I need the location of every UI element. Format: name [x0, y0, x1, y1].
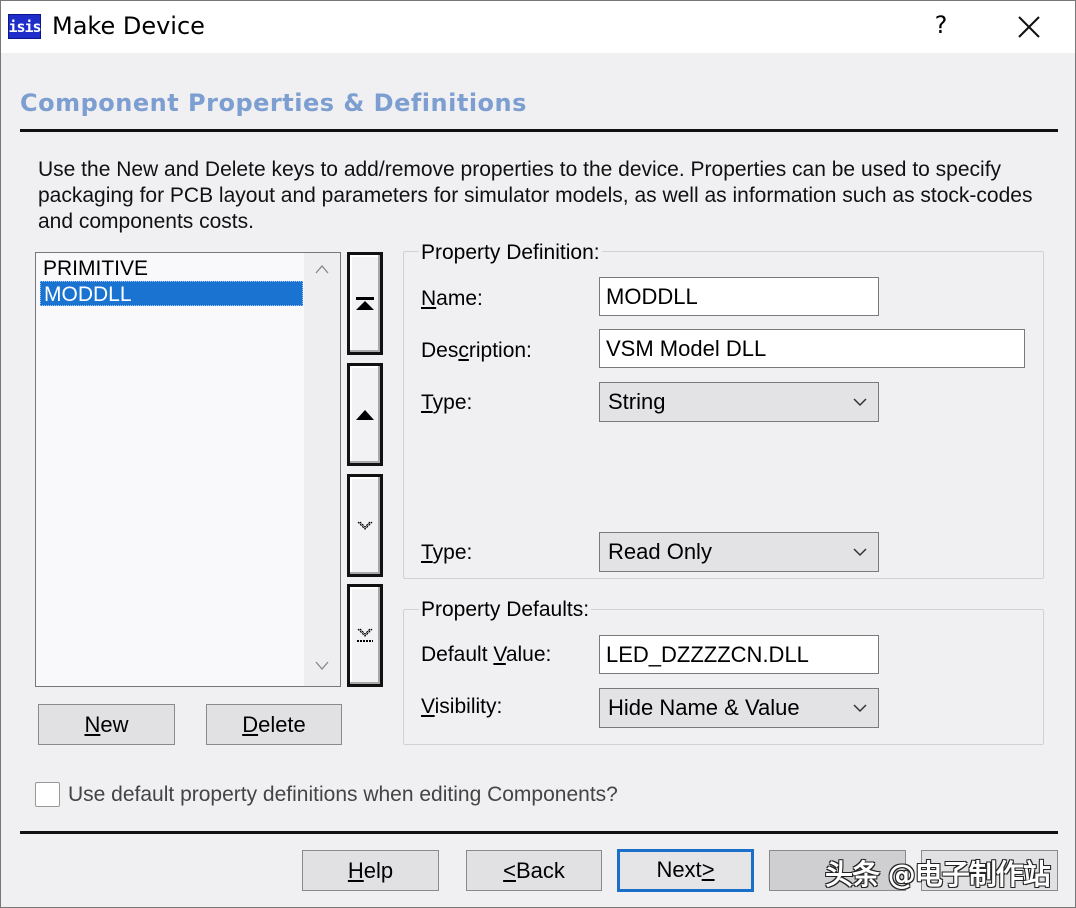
chevron-up-icon[interactable]: [304, 261, 340, 277]
list-scrollbar[interactable]: [304, 253, 340, 686]
move-up-button[interactable]: [347, 363, 383, 466]
help-accel: H: [347, 858, 364, 883]
type2-label-accel: T: [421, 541, 433, 564]
footer-divider: [20, 831, 1058, 834]
move-top-icon: [356, 296, 374, 310]
move-down-icon: [357, 521, 373, 530]
property-defaults-label: Property Defaults:: [419, 598, 592, 622]
move-to-bottom-button[interactable]: [347, 584, 383, 687]
help-title-button[interactable]: ?: [929, 11, 953, 39]
heading-divider: [20, 129, 1058, 132]
visibility-select-value: Hide Name & Value: [608, 695, 800, 720]
default-value-label-text: alue:: [505, 643, 552, 666]
page-heading: Component Properties & Definitions: [20, 89, 527, 117]
new-accel: N: [84, 712, 101, 737]
intro-text: Use the New and Delete keys to add/remov…: [38, 158, 1033, 233]
name-label-accel: N: [421, 287, 437, 310]
default-value-label-accel: V: [493, 643, 506, 666]
use-default-definitions-option[interactable]: Use default property definitions when ed…: [35, 782, 618, 807]
description-label-pre: Des: [421, 339, 459, 362]
back-button[interactable]: <Back: [466, 850, 602, 891]
chevron-down-icon: [853, 704, 867, 713]
visibility-select[interactable]: Hide Name & Value: [599, 688, 879, 728]
help-label: elp: [363, 858, 394, 883]
delete-label: elete: [258, 712, 306, 737]
type-label-text: ype:: [432, 391, 473, 414]
visibility-label-accel: V: [421, 695, 435, 718]
use-default-definitions-label: Use default property definitions when ed…: [68, 782, 618, 806]
type-select[interactable]: String: [599, 382, 879, 422]
move-bottom-icon: [357, 628, 373, 642]
type2-label-text: ype:: [432, 541, 473, 564]
access-type-select[interactable]: Read Only: [599, 532, 879, 572]
back-label: Back: [515, 858, 565, 883]
title-bar: isis Make Device ?: [1, 1, 1075, 53]
next-button[interactable]: Next>: [617, 849, 754, 892]
name-label: Name:: [421, 287, 483, 311]
default-value-label: Default Value:: [421, 643, 551, 667]
property-definition-label: Property Definition:: [419, 241, 602, 265]
type-label-accel: T: [421, 391, 433, 414]
chevron-down-icon: [853, 398, 867, 407]
type2-label: Type:: [421, 541, 472, 565]
move-up-icon: [356, 409, 374, 420]
help-button[interactable]: Help: [302, 850, 439, 891]
next-label: Next: [656, 857, 702, 882]
property-list[interactable]: PRIMITIVE MODDLL: [35, 252, 341, 687]
chevron-down-icon[interactable]: [304, 658, 340, 674]
move-down-button[interactable]: [347, 474, 383, 577]
delete-button[interactable]: Delete: [206, 704, 342, 745]
next-accel: >: [701, 857, 715, 882]
visibility-label: Visibility:: [421, 695, 502, 719]
new-label: ew: [100, 712, 129, 737]
back-accel: <: [503, 858, 516, 883]
type-label: Type:: [421, 391, 472, 415]
description-label-accel: c: [458, 339, 469, 362]
make-device-dialog: isis Make Device ? Component Properties …: [0, 0, 1076, 908]
window-title: Make Device: [52, 12, 205, 40]
use-default-definitions-checkbox[interactable]: [35, 782, 60, 807]
description-label: Description:: [421, 339, 532, 363]
isis-app-icon: isis: [8, 14, 42, 39]
name-label-text: ame:: [436, 287, 483, 310]
description-label-text: ription:: [468, 339, 532, 362]
chevron-down-icon: [853, 548, 867, 557]
watermark: 头条 @电子制作站: [825, 858, 1051, 891]
new-button[interactable]: New: [38, 704, 175, 745]
type-select-value: String: [608, 389, 666, 414]
move-to-top-button[interactable]: [347, 252, 383, 355]
name-input[interactable]: MODDLL: [599, 277, 879, 316]
close-icon: [1018, 16, 1040, 38]
default-value-input[interactable]: LED_DZZZZCN.DLL: [599, 635, 879, 674]
access-type-select-value: Read Only: [608, 539, 712, 564]
close-button[interactable]: [1011, 9, 1047, 45]
delete-accel: D: [242, 712, 259, 737]
list-item-moddll[interactable]: MODDLL: [40, 281, 303, 306]
list-item-primitive[interactable]: PRIMITIVE: [40, 256, 303, 281]
default-value-label-pre: Default: [421, 643, 494, 666]
description-input[interactable]: VSM Model DLL: [599, 329, 1025, 368]
visibility-label-text: isibility:: [434, 695, 503, 718]
